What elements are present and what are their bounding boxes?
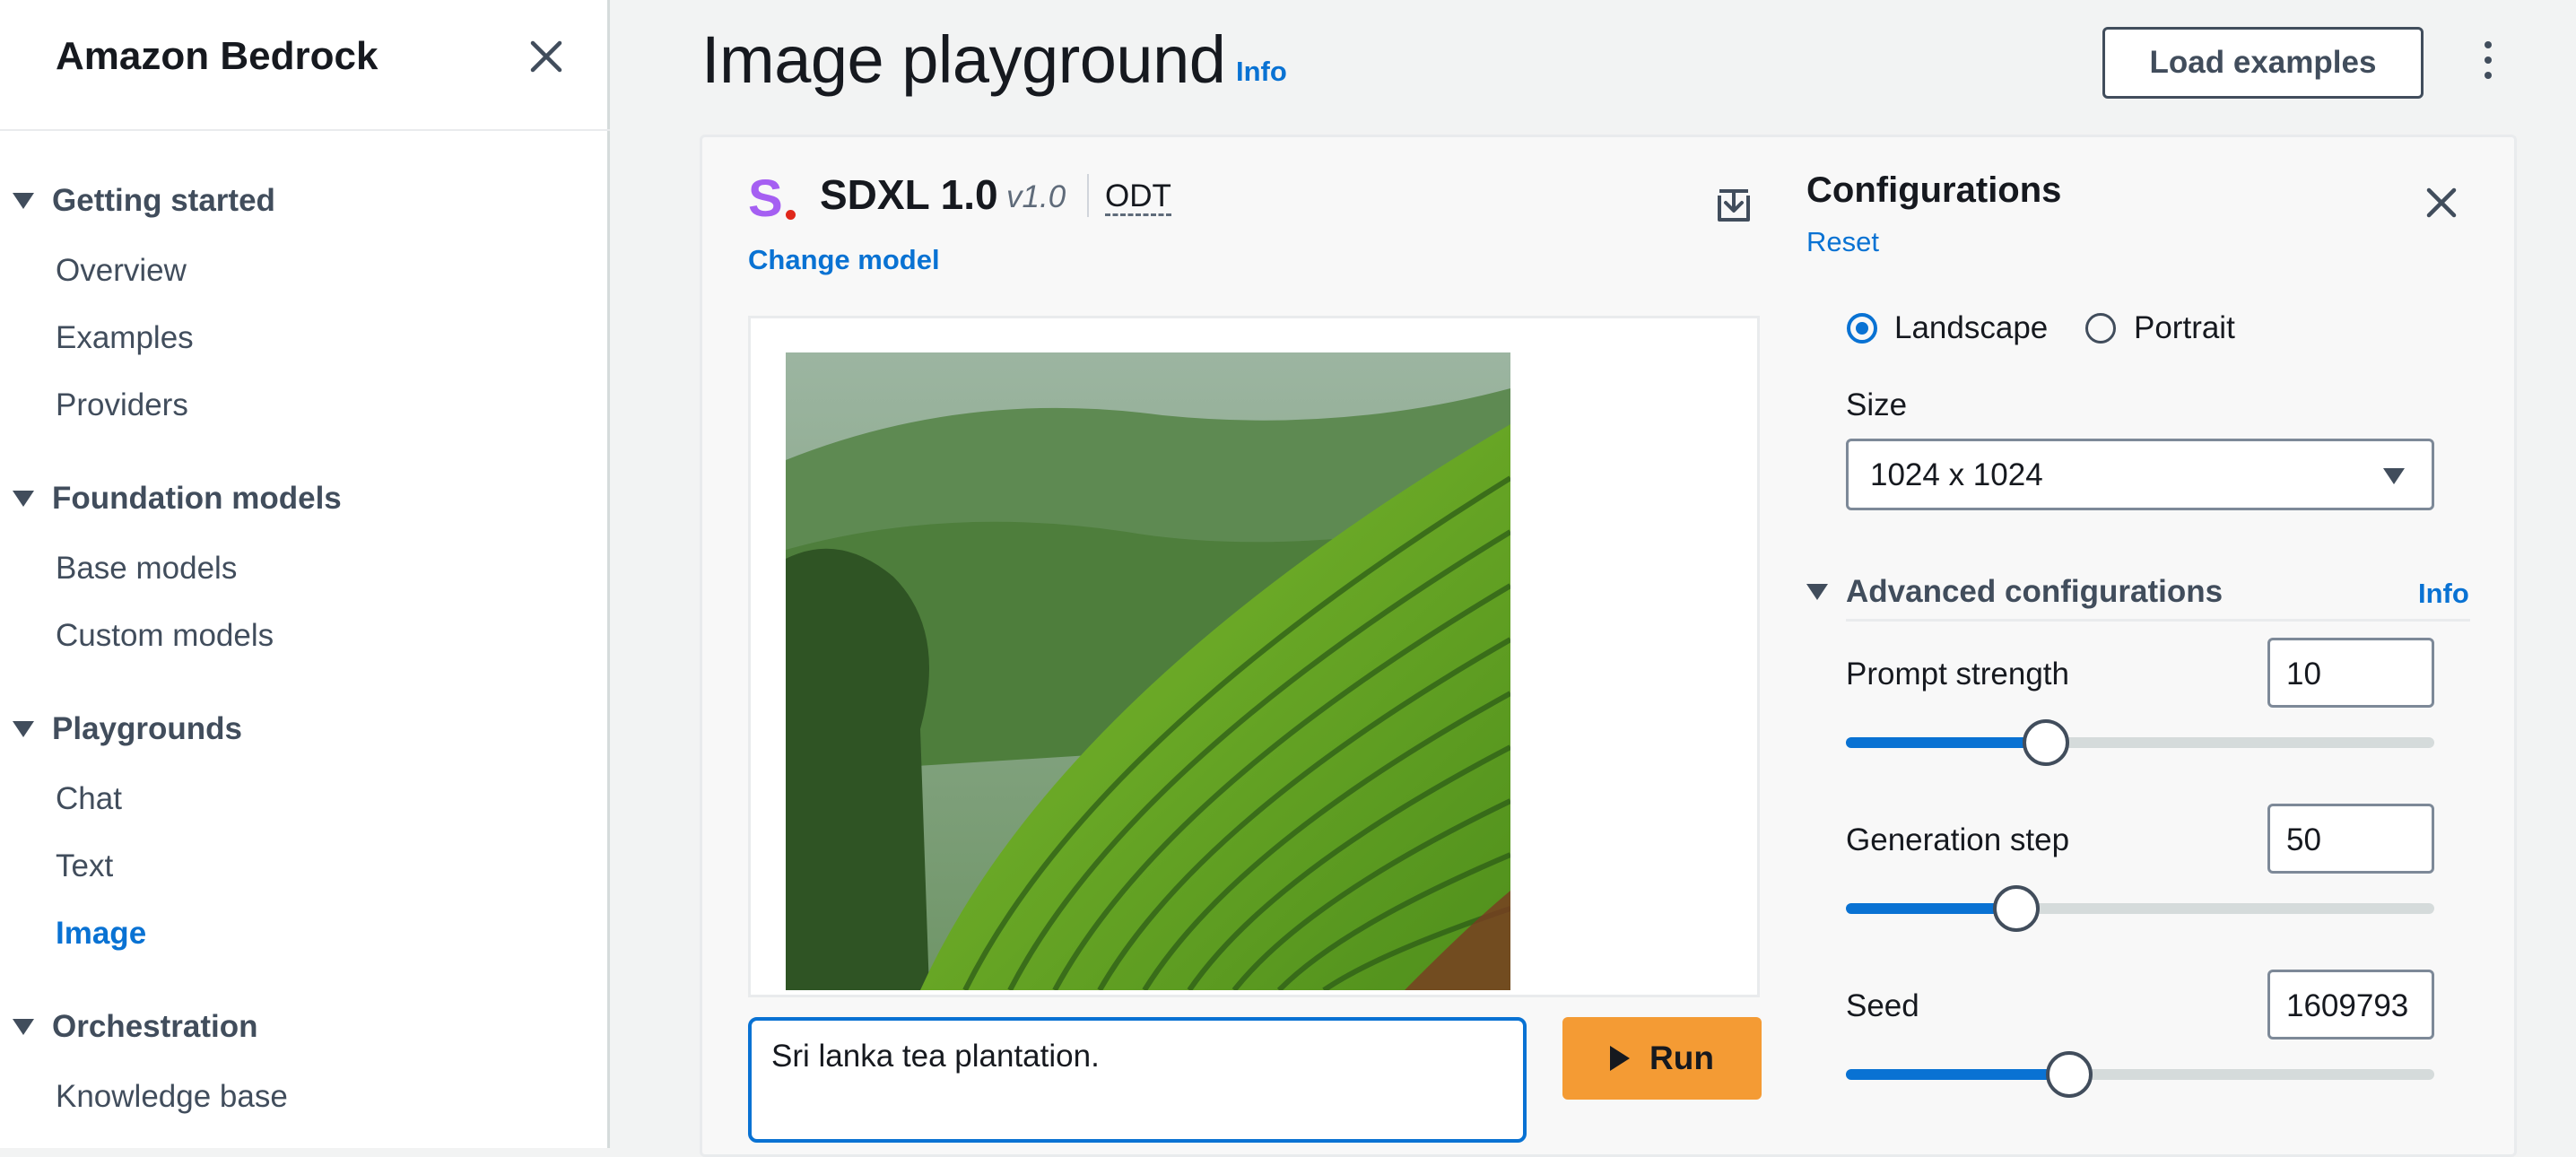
radio-landscape[interactable] bbox=[1847, 313, 1877, 344]
size-select-value: 1024 x 1024 bbox=[1870, 457, 2043, 492]
prompt-input[interactable]: Sri lanka tea plantation. bbox=[748, 1017, 1527, 1143]
nav-item-base-models[interactable]: Base models bbox=[56, 551, 237, 587]
nav-item-overview[interactable]: Overview bbox=[56, 253, 187, 289]
run-button[interactable]: Run bbox=[1562, 1017, 1762, 1100]
download-icon[interactable] bbox=[1715, 187, 1753, 224]
nav-section-label: Orchestration bbox=[52, 1009, 258, 1044]
seed-input[interactable]: 1609793 bbox=[2267, 970, 2434, 1040]
side-navigation: Amazon Bedrock Getting started Overview … bbox=[0, 0, 610, 1148]
size-label: Size bbox=[1846, 387, 1908, 422]
change-model-link[interactable]: Change model bbox=[748, 244, 940, 276]
caret-down-icon bbox=[13, 491, 34, 507]
configurations-title: Configurations bbox=[1806, 170, 2062, 210]
generation-step-input[interactable]: 50 bbox=[2267, 804, 2434, 874]
more-options-icon[interactable] bbox=[2477, 41, 2499, 86]
nav-section-orchestration[interactable]: Orchestration bbox=[13, 1009, 258, 1045]
radio-label-portrait: Portrait bbox=[2134, 310, 2235, 345]
radio-label-landscape: Landscape bbox=[1894, 310, 2049, 345]
model-throughput-tag[interactable]: ODT bbox=[1105, 179, 1171, 216]
slider-thumb[interactable] bbox=[2046, 1051, 2093, 1098]
seed-slider[interactable] bbox=[1846, 1051, 2434, 1098]
advanced-info-link[interactable]: Info bbox=[2418, 578, 2469, 610]
generated-image bbox=[786, 352, 1510, 990]
model-divider bbox=[1087, 174, 1089, 217]
prompt-strength-input[interactable]: 10 bbox=[2267, 638, 2434, 708]
model-version: v1.0 bbox=[1006, 179, 1066, 214]
nav-item-text[interactable]: Text bbox=[56, 848, 113, 884]
advanced-configurations-toggle[interactable]: Advanced configurations bbox=[1806, 574, 2223, 610]
slider-fill bbox=[1846, 903, 2017, 914]
nav-section-foundation-models[interactable]: Foundation models bbox=[13, 481, 342, 517]
slider-fill bbox=[1846, 1069, 2070, 1080]
model-provider-logo: S bbox=[748, 172, 802, 226]
sidebar-header: Amazon Bedrock bbox=[0, 0, 610, 131]
reset-link[interactable]: Reset bbox=[1806, 226, 1879, 258]
model-logo-letter: S bbox=[748, 170, 783, 228]
slider-thumb[interactable] bbox=[2023, 719, 2070, 766]
caret-down-icon bbox=[1806, 584, 1828, 600]
nav-item-image[interactable]: Image bbox=[56, 916, 146, 952]
nav-item-examples[interactable]: Examples bbox=[56, 320, 194, 356]
nav-item-providers[interactable]: Providers bbox=[56, 387, 188, 423]
generation-step-label: Generation step bbox=[1846, 822, 2070, 857]
divider bbox=[1846, 619, 2470, 622]
close-icon[interactable] bbox=[526, 36, 567, 77]
nav-section-getting-started[interactable]: Getting started bbox=[13, 183, 275, 219]
prompt-strength-slider[interactable] bbox=[1846, 719, 2434, 766]
nav-section-label: Playgrounds bbox=[52, 711, 242, 746]
generation-step-slider[interactable] bbox=[1846, 885, 2434, 932]
caret-down-icon bbox=[13, 721, 34, 737]
advanced-configurations-label: Advanced configurations bbox=[1846, 574, 2224, 609]
model-name: SDXL 1.0 bbox=[820, 171, 998, 218]
slider-fill bbox=[1846, 737, 2047, 748]
load-examples-button[interactable]: Load examples bbox=[2102, 27, 2424, 99]
nav-item-chat[interactable]: Chat bbox=[56, 781, 122, 817]
page-info-link[interactable]: Info bbox=[1236, 56, 1287, 88]
caret-down-icon bbox=[13, 1019, 34, 1035]
nav-section-label: Getting started bbox=[52, 183, 275, 218]
nav-item-custom-models[interactable]: Custom models bbox=[56, 618, 274, 654]
close-icon[interactable] bbox=[2424, 185, 2459, 221]
nav-item-knowledge-base[interactable]: Knowledge base bbox=[56, 1079, 288, 1115]
slider-thumb[interactable] bbox=[1993, 885, 2041, 932]
nav-section-label: Foundation models bbox=[52, 481, 342, 516]
size-select[interactable]: 1024 x 1024 bbox=[1846, 439, 2434, 510]
radio-portrait[interactable] bbox=[2085, 313, 2116, 344]
run-button-label: Run bbox=[1649, 1040, 1714, 1076]
seed-label: Seed bbox=[1846, 988, 1919, 1023]
model-logo-dot bbox=[786, 210, 796, 220]
page-title: Image playground bbox=[701, 22, 1226, 97]
nav-section-playgrounds[interactable]: Playgrounds bbox=[13, 711, 242, 747]
prompt-text: Sri lanka tea plantation. bbox=[771, 1039, 1100, 1074]
prompt-strength-label: Prompt strength bbox=[1846, 657, 2069, 692]
caret-down-icon bbox=[2383, 468, 2405, 484]
caret-down-icon bbox=[13, 193, 34, 209]
play-icon bbox=[1610, 1046, 1631, 1071]
sidebar-title: Amazon Bedrock bbox=[56, 34, 379, 78]
